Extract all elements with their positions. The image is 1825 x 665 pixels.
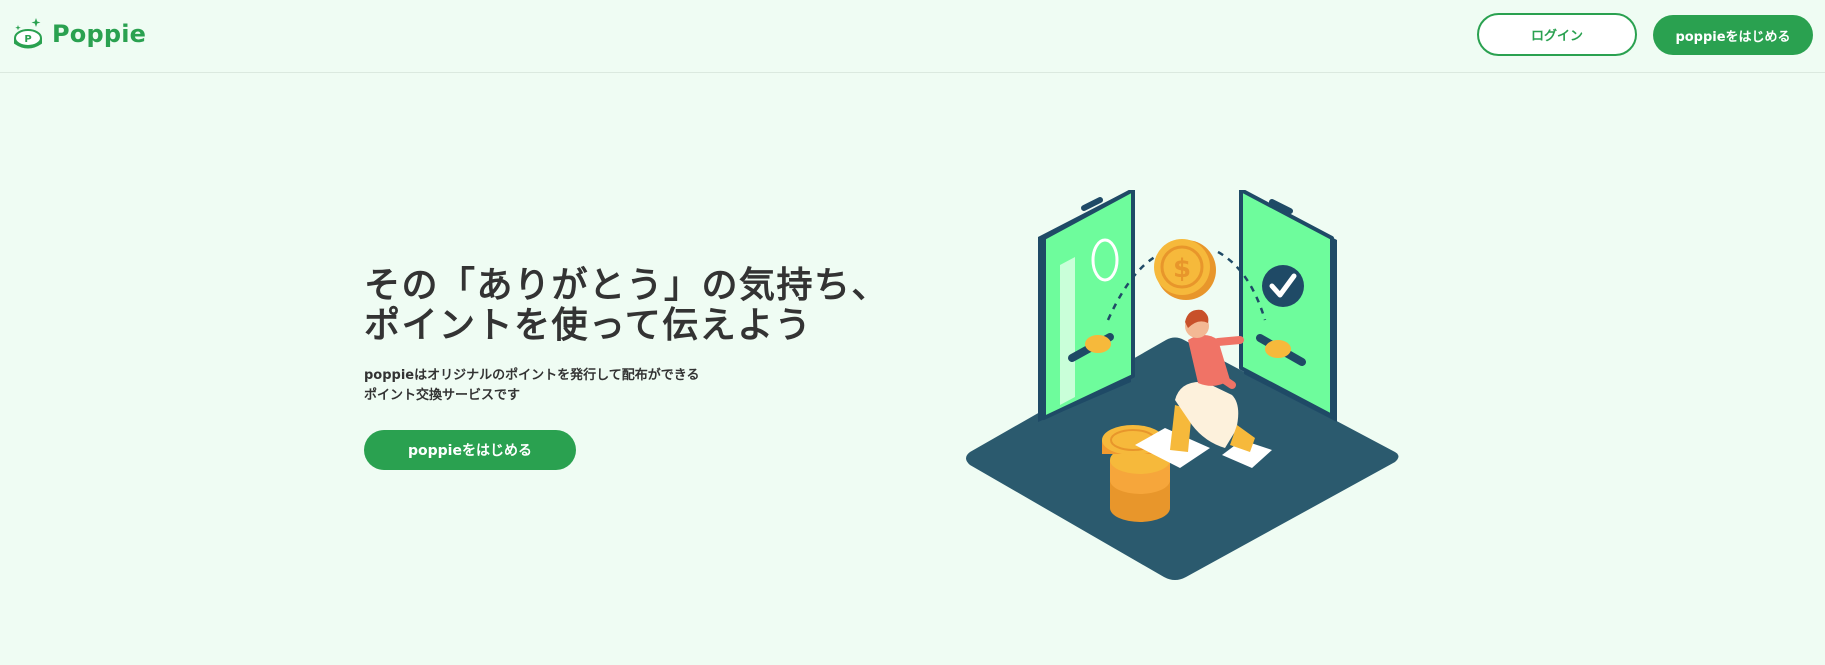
hero-description-line-1: poppieはオリジナルのポイントを発行して配布ができる — [364, 368, 700, 383]
floating-coin: $ — [1154, 239, 1216, 300]
check-icon — [1262, 265, 1304, 307]
login-button[interactable]: ログイン — [1477, 13, 1637, 56]
hero-title-line-2: ポイントを使って伝えよう — [364, 305, 813, 346]
hero-title: その「ありがとう」の気持ち、 ポイントを使って伝えよう — [364, 266, 889, 346]
hero-start-button[interactable]: poppieをはじめる — [364, 430, 576, 470]
hero-description-line-2: ポイント交換サービスです — [364, 388, 521, 403]
coin-logo-icon: P — [14, 18, 42, 49]
hero-description: poppieはオリジナルのポイントを発行して配布ができる ポイント交換サービスで… — [364, 366, 699, 406]
dollar-symbol: $ — [1173, 254, 1191, 284]
hero-illustration: $ — [966, 190, 1399, 580]
left-phone — [1038, 190, 1135, 422]
logo-text: Poppie — [52, 20, 147, 48]
svg-text:P: P — [24, 34, 31, 45]
site-header: P Poppie ログイン poppieをはじめる — [0, 0, 1825, 73]
logo-link[interactable]: P Poppie — [12, 16, 146, 52]
header-start-button[interactable]: poppieをはじめる — [1653, 15, 1813, 55]
hero-title-line-1: その「ありがとう」の気持ち、 — [364, 265, 890, 306]
